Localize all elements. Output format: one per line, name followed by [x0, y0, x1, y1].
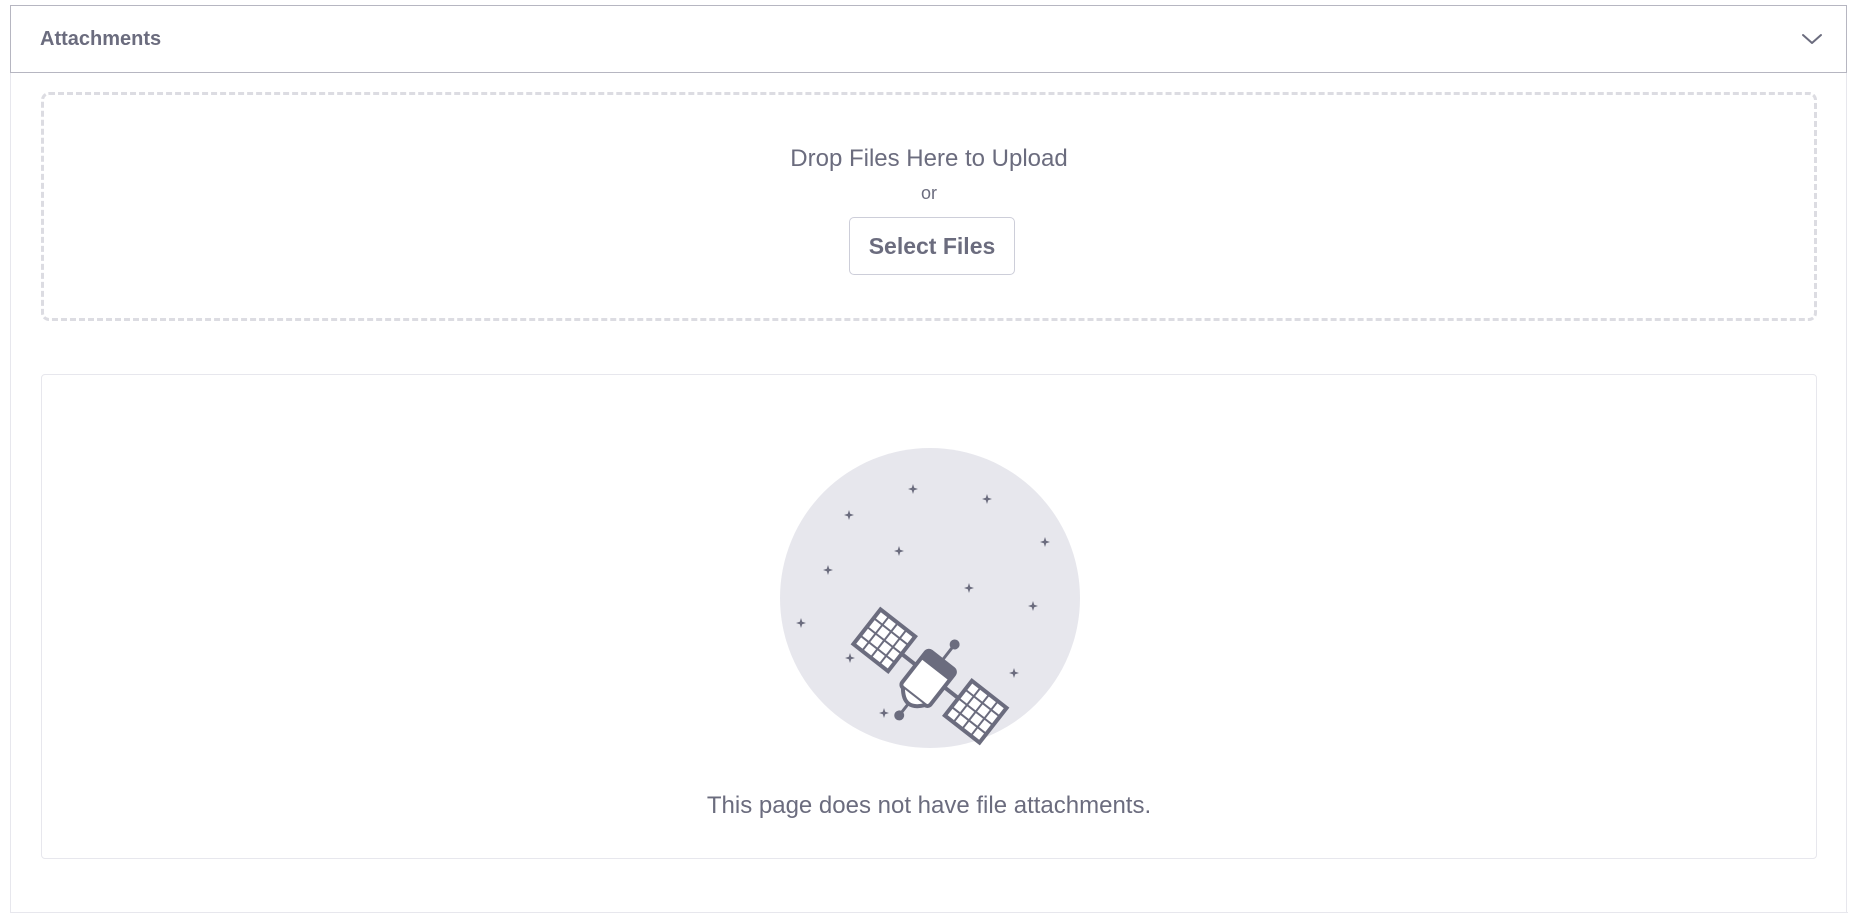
empty-state-card: This page does not have file attachments… [41, 374, 1817, 859]
file-dropzone[interactable]: Drop Files Here to Upload or Select File… [41, 92, 1817, 321]
attachments-panel: Attachments Drop Files Here to Upload or… [10, 5, 1848, 913]
empty-state-message: This page does not have file attachments… [706, 792, 1152, 819]
attachments-panel-header[interactable]: Attachments [10, 5, 1847, 73]
select-files-button[interactable]: Select Files [849, 217, 1015, 275]
dropzone-or-text: or [920, 183, 937, 203]
dropzone-title: Drop Files Here to Upload [790, 145, 1068, 172]
chevron-down-icon[interactable] [1800, 27, 1824, 51]
satellite-icon [780, 448, 1080, 748]
divider [11, 912, 1848, 913]
panel-title: Attachments [40, 27, 162, 50]
